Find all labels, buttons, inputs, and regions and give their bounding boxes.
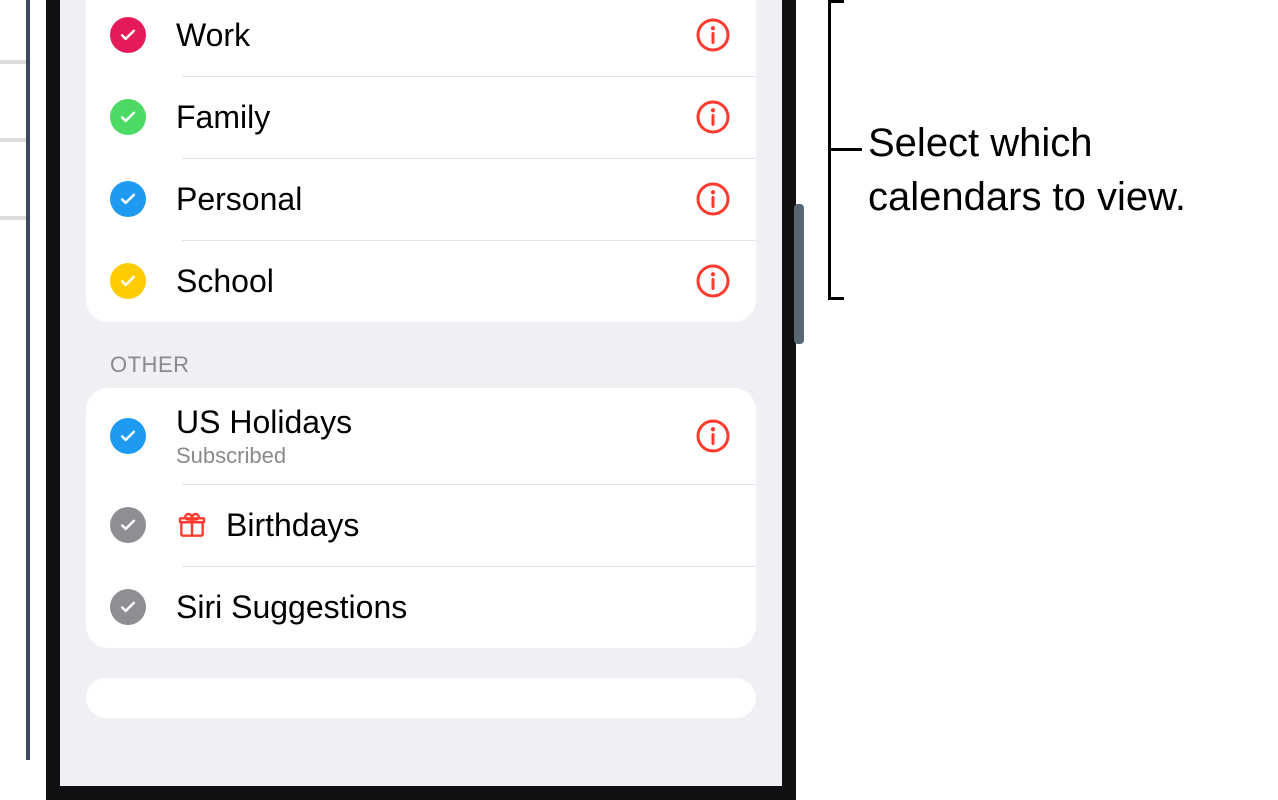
calendar-row-work[interactable]: Work [86,0,756,76]
calendar-label: Birthdays [226,507,732,544]
calendar-sublabel: Subscribed [176,443,694,469]
checkmark-icon[interactable] [110,263,146,299]
checkmark-icon[interactable] [110,99,146,135]
calendar-label: Personal [176,181,694,218]
info-icon[interactable] [694,262,732,300]
calendars-list-screen: Work Family [60,0,782,786]
info-icon[interactable] [694,16,732,54]
checkmark-icon[interactable] [110,589,146,625]
calendar-group-other: US Holidays Subscribed [86,388,756,648]
calendar-label: School [176,263,694,300]
bracket-icon [828,0,858,300]
section-header-other: OTHER [110,352,732,378]
info-icon[interactable] [694,180,732,218]
phone-side-button [794,204,804,344]
calendar-label: US Holidays [176,404,694,441]
checkmark-icon[interactable] [110,507,146,543]
info-icon[interactable] [694,417,732,455]
checkmark-icon[interactable] [110,181,146,217]
calendar-group-next [86,678,756,718]
calendar-row-personal[interactable]: Personal [86,158,756,240]
calendar-row-school[interactable]: School [86,240,756,322]
checkmark-icon[interactable] [110,17,146,53]
calendar-label: Family [176,99,694,136]
gift-icon [176,509,208,541]
cropped-left-edge [0,0,30,760]
calendar-row-birthdays[interactable]: Birthdays [86,484,756,566]
calendar-row-siri-suggestions[interactable]: Siri Suggestions [86,566,756,648]
calendar-row-family[interactable]: Family [86,76,756,158]
annotation-text: Select which calendars to view. [868,116,1186,224]
calendar-label: Work [176,17,694,54]
checkmark-icon[interactable] [110,418,146,454]
info-icon[interactable] [694,98,732,136]
calendar-row-us-holidays[interactable]: US Holidays Subscribed [86,388,756,484]
phone-frame: Work Family [46,0,796,800]
calendar-group-main: Work Family [86,0,756,322]
calendar-label: Siri Suggestions [176,589,732,626]
